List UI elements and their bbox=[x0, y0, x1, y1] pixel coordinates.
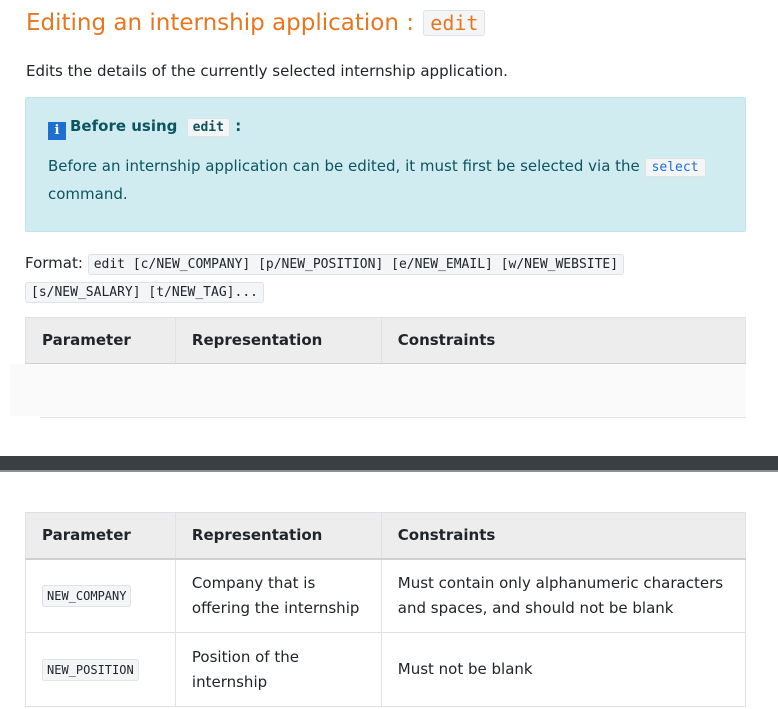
format-label: Format: bbox=[25, 254, 83, 272]
format-code-line1: edit [c/NEW_COMPANY] [p/NEW_POSITION] [e… bbox=[87, 254, 625, 275]
page-heading: Editing an internship application : edit bbox=[26, 8, 486, 38]
info-callout: i Before using edit : Before an internshi… bbox=[25, 97, 746, 232]
parameter-code: NEW_POSITION bbox=[42, 658, 139, 681]
heading-code: edit bbox=[423, 10, 486, 36]
table-row: NEW_POSITION Position of the internship … bbox=[25, 632, 747, 707]
representation-line1: Company that is bbox=[191, 573, 316, 592]
horizontal-rule bbox=[40, 417, 746, 418]
format-code-line2: [s/NEW_SALARY] [t/NEW_TAG]... bbox=[25, 282, 264, 303]
callout-body: Before an internship application can be … bbox=[48, 153, 728, 208]
parameter-code: NEW_COMPANY bbox=[42, 584, 132, 607]
select-command-link[interactable]: select bbox=[644, 158, 706, 177]
table-header-row: Parameter Representation Constraints bbox=[25, 512, 747, 560]
representation-line2: internship bbox=[191, 672, 268, 691]
constraints-line1: Must not be blank bbox=[397, 660, 533, 678]
page-shade bbox=[10, 364, 746, 416]
representation-line2: offering the internship bbox=[191, 598, 360, 617]
section-divider bbox=[0, 456, 778, 472]
callout-title-suffix: : bbox=[235, 117, 242, 135]
constraints-line2: and spaces, and should not be blank bbox=[397, 598, 674, 617]
representation-line1: Position of the bbox=[191, 647, 299, 666]
callout-title: i Before using edit : bbox=[48, 116, 241, 140]
callout-body-suffix: command. bbox=[48, 185, 128, 203]
parameter-table: Parameter Representation Constraints NEW… bbox=[25, 512, 747, 707]
constraints-cell: Must contain only alphanumeric character… bbox=[380, 558, 747, 633]
format-section: Format: edit [c/NEW_COMPANY] [p/NEW_POSI… bbox=[25, 250, 745, 306]
callout-title-code: edit bbox=[186, 118, 230, 137]
callout-body-text: Before an internship application can be … bbox=[48, 157, 640, 175]
header-parameter: Parameter bbox=[25, 317, 176, 365]
info-icon: i bbox=[48, 122, 66, 140]
representation-cell: Position of the internship bbox=[174, 632, 382, 707]
header-constraints: Constraints bbox=[380, 317, 747, 365]
parameter-table-header-only: Parameter Representation Constraints bbox=[25, 317, 747, 365]
table-header-row: Parameter Representation Constraints bbox=[25, 317, 747, 365]
header-parameter: Parameter bbox=[25, 512, 176, 560]
constraints-line1: Must contain only alphanumeric character… bbox=[397, 573, 724, 592]
constraints-cell: Must not be blank bbox=[380, 632, 747, 707]
callout-title-text: Before using bbox=[70, 117, 178, 135]
header-constraints: Constraints bbox=[380, 512, 747, 560]
parameter-cell: NEW_COMPANY bbox=[25, 558, 176, 633]
heading-text: Editing an internship application : bbox=[26, 10, 422, 36]
description: Edits the details of the currently selec… bbox=[26, 62, 508, 80]
header-representation: Representation bbox=[174, 317, 382, 365]
table-row: NEW_COMPANY Company that is offering the… bbox=[25, 558, 747, 633]
representation-cell: Company that is offering the internship bbox=[174, 558, 382, 633]
header-representation: Representation bbox=[174, 512, 382, 560]
parameter-cell: NEW_POSITION bbox=[25, 632, 176, 707]
